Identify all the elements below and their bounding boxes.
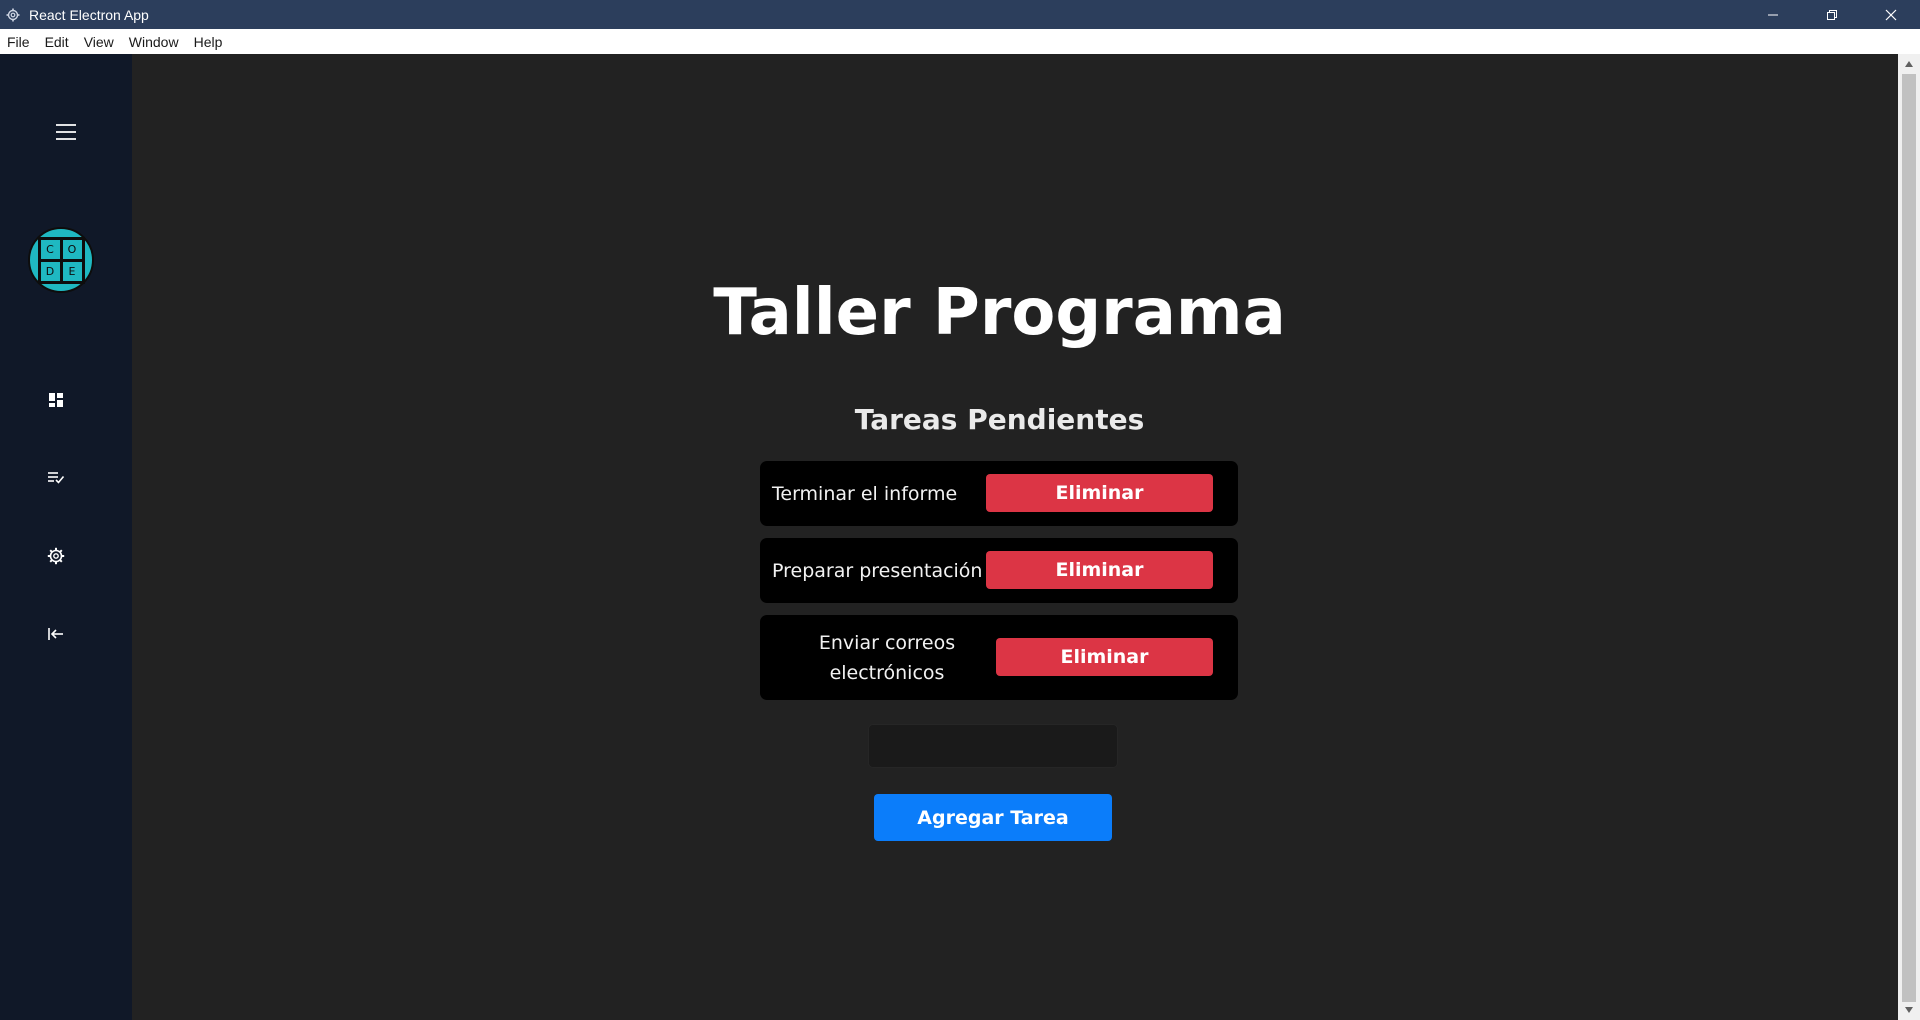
- task-item: Preparar presentación Eliminar: [760, 538, 1238, 603]
- delete-task-button[interactable]: Eliminar: [986, 551, 1213, 589]
- hamburger-menu-icon: [56, 124, 76, 140]
- task-text: Enviar correos electrónicos: [818, 631, 956, 684]
- menu-bar: File Edit View Window Help: [0, 29, 1920, 54]
- sidebar-item-settings[interactable]: [42, 542, 70, 570]
- menu-view[interactable]: View: [84, 34, 114, 50]
- hamburger-menu-button[interactable]: [50, 116, 82, 148]
- delete-task-button[interactable]: Eliminar: [986, 474, 1213, 512]
- task-list-icon: [48, 472, 65, 484]
- page-title: Taller Programa: [713, 276, 1286, 350]
- window-titlebar: React Electron App: [0, 0, 1920, 29]
- settings-gear-icon: [47, 547, 65, 565]
- minimize-button[interactable]: [1743, 0, 1802, 29]
- window-title: React Electron App: [29, 6, 149, 23]
- dashboard-icon: [49, 393, 63, 407]
- logout-icon: [48, 628, 63, 640]
- delete-task-button[interactable]: Eliminar: [996, 638, 1213, 676]
- close-icon: [1885, 9, 1896, 20]
- menu-edit[interactable]: Edit: [45, 34, 69, 50]
- window-controls: [1743, 0, 1920, 29]
- code-logo: C O D E: [28, 227, 94, 293]
- logo-letter: C: [40, 239, 60, 259]
- sidebar-item-dashboard[interactable]: [42, 386, 70, 414]
- menu-window[interactable]: Window: [129, 34, 179, 50]
- close-button[interactable]: [1861, 0, 1920, 29]
- logo-letter: E: [62, 261, 82, 281]
- sidebar: C O D E: [0, 54, 132, 1020]
- task-text: Preparar presentación: [772, 559, 983, 582]
- logo-letter: O: [62, 239, 82, 259]
- scroll-thumb[interactable]: [1902, 74, 1916, 1002]
- task-item: Enviar correos electrónicos Eliminar: [760, 615, 1238, 700]
- logo-grid: C O D E: [37, 236, 85, 284]
- task-item: Terminar el informe Eliminar: [760, 461, 1238, 526]
- section-title: Tareas Pendientes: [854, 403, 1145, 436]
- sidebar-item-tasks[interactable]: [42, 464, 70, 492]
- scroll-up-arrow-icon[interactable]: [1898, 56, 1920, 72]
- minimize-icon: [1767, 14, 1778, 15]
- new-task-input[interactable]: [868, 724, 1118, 768]
- logo-letter: D: [40, 261, 60, 281]
- restore-icon: [1826, 9, 1837, 20]
- vertical-scrollbar[interactable]: [1898, 54, 1920, 1020]
- add-task-button[interactable]: Agregar Tarea: [874, 794, 1112, 841]
- task-text: Terminar el informe: [772, 482, 958, 505]
- main-content: Taller Programa Tareas Pendientes Termin…: [132, 54, 1898, 1020]
- electron-gear-icon: [6, 8, 20, 22]
- restore-button[interactable]: [1802, 0, 1861, 29]
- menu-file[interactable]: File: [7, 34, 30, 50]
- scroll-down-arrow-icon[interactable]: [1898, 1002, 1920, 1018]
- sidebar-item-logout[interactable]: [42, 620, 70, 648]
- menu-help[interactable]: Help: [194, 34, 223, 50]
